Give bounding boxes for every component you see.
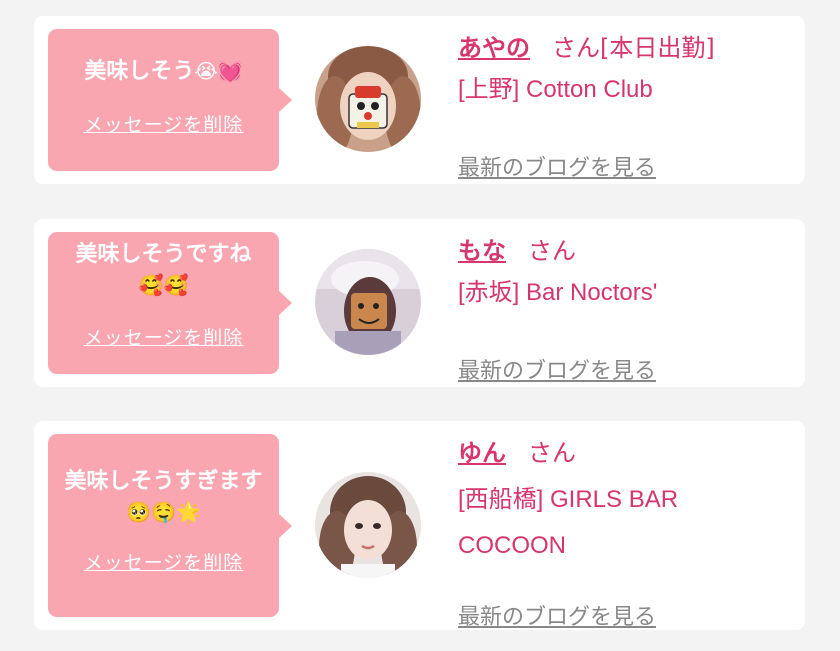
latest-blog-link[interactable]: 最新のブログを見る	[458, 150, 656, 182]
avatar[interactable]	[315, 46, 421, 152]
honorific: さん	[552, 34, 600, 62]
message-card: 美味しそう😭💓 メッセージを削除 あやの さん[本日出勤] [上野] Cotton…	[34, 16, 805, 184]
message-card: 美味しそうすぎます🥺🤤🌟 メッセージを削除 ゆん さん [西船橋] GIRLS B…	[34, 421, 805, 630]
cast-name-link[interactable]: ゆん	[458, 439, 506, 467]
delete-message-link[interactable]: メッセージを削除	[84, 323, 244, 350]
message-emojis: 🥺🤤🌟	[126, 500, 201, 524]
message-text: 美味しそう😭💓	[84, 59, 243, 84]
latest-blog-link[interactable]: 最新のブログを見る	[458, 353, 656, 385]
message-text: 美味しそうですね 🥰🥰	[75, 242, 252, 297]
message-bubble: 美味しそうですね 🥰🥰 メッセージを削除	[48, 232, 292, 374]
message-bubble: 美味しそう😭💓 メッセージを削除	[48, 29, 292, 171]
shop-name: [西船橋] GIRLS BAR COCOON	[458, 477, 788, 569]
shop-name: [上野] Cotton Club	[458, 76, 653, 103]
message-text: 美味しそうすぎます🥺🤤🌟	[64, 469, 263, 524]
honorific: さん	[528, 439, 576, 467]
avatar[interactable]	[315, 249, 421, 355]
message-card: 美味しそうですね 🥰🥰 メッセージを削除 もな さん [赤坂] Bar Noctor…	[34, 219, 805, 387]
latest-blog-link[interactable]: 最新のブログを見る	[458, 599, 656, 631]
cast-info: ゆん さん [西船橋] GIRLS BAR COCOON 最新のブログを見る	[458, 437, 788, 630]
message-emojis: 😭💓	[194, 59, 243, 83]
delete-message-link[interactable]: メッセージを削除	[84, 548, 244, 575]
message-bubble: 美味しそうすぎます🥺🤤🌟 メッセージを削除	[48, 434, 292, 617]
cast-info: あやの さん[本日出勤] [上野] Cotton Club 最新のブログを見る	[458, 32, 788, 181]
cast-name-link[interactable]: もな	[458, 237, 506, 265]
shop-name: [赤坂] Bar Noctors'	[458, 279, 658, 306]
honorific: さん	[528, 237, 576, 265]
shop-name-line-2: COCOON	[458, 532, 566, 559]
delete-message-link[interactable]: メッセージを削除	[84, 110, 244, 137]
work-status: [本日出勤]	[600, 34, 715, 62]
message-emojis: 🥰🥰	[138, 273, 189, 297]
avatar[interactable]	[315, 472, 421, 578]
shop-name-line-1: [西船橋] GIRLS BAR	[458, 486, 679, 513]
cast-name-link[interactable]: あやの	[458, 34, 530, 62]
cast-info: もな さん [赤坂] Bar Noctors' 最新のブログを見る	[458, 235, 788, 384]
